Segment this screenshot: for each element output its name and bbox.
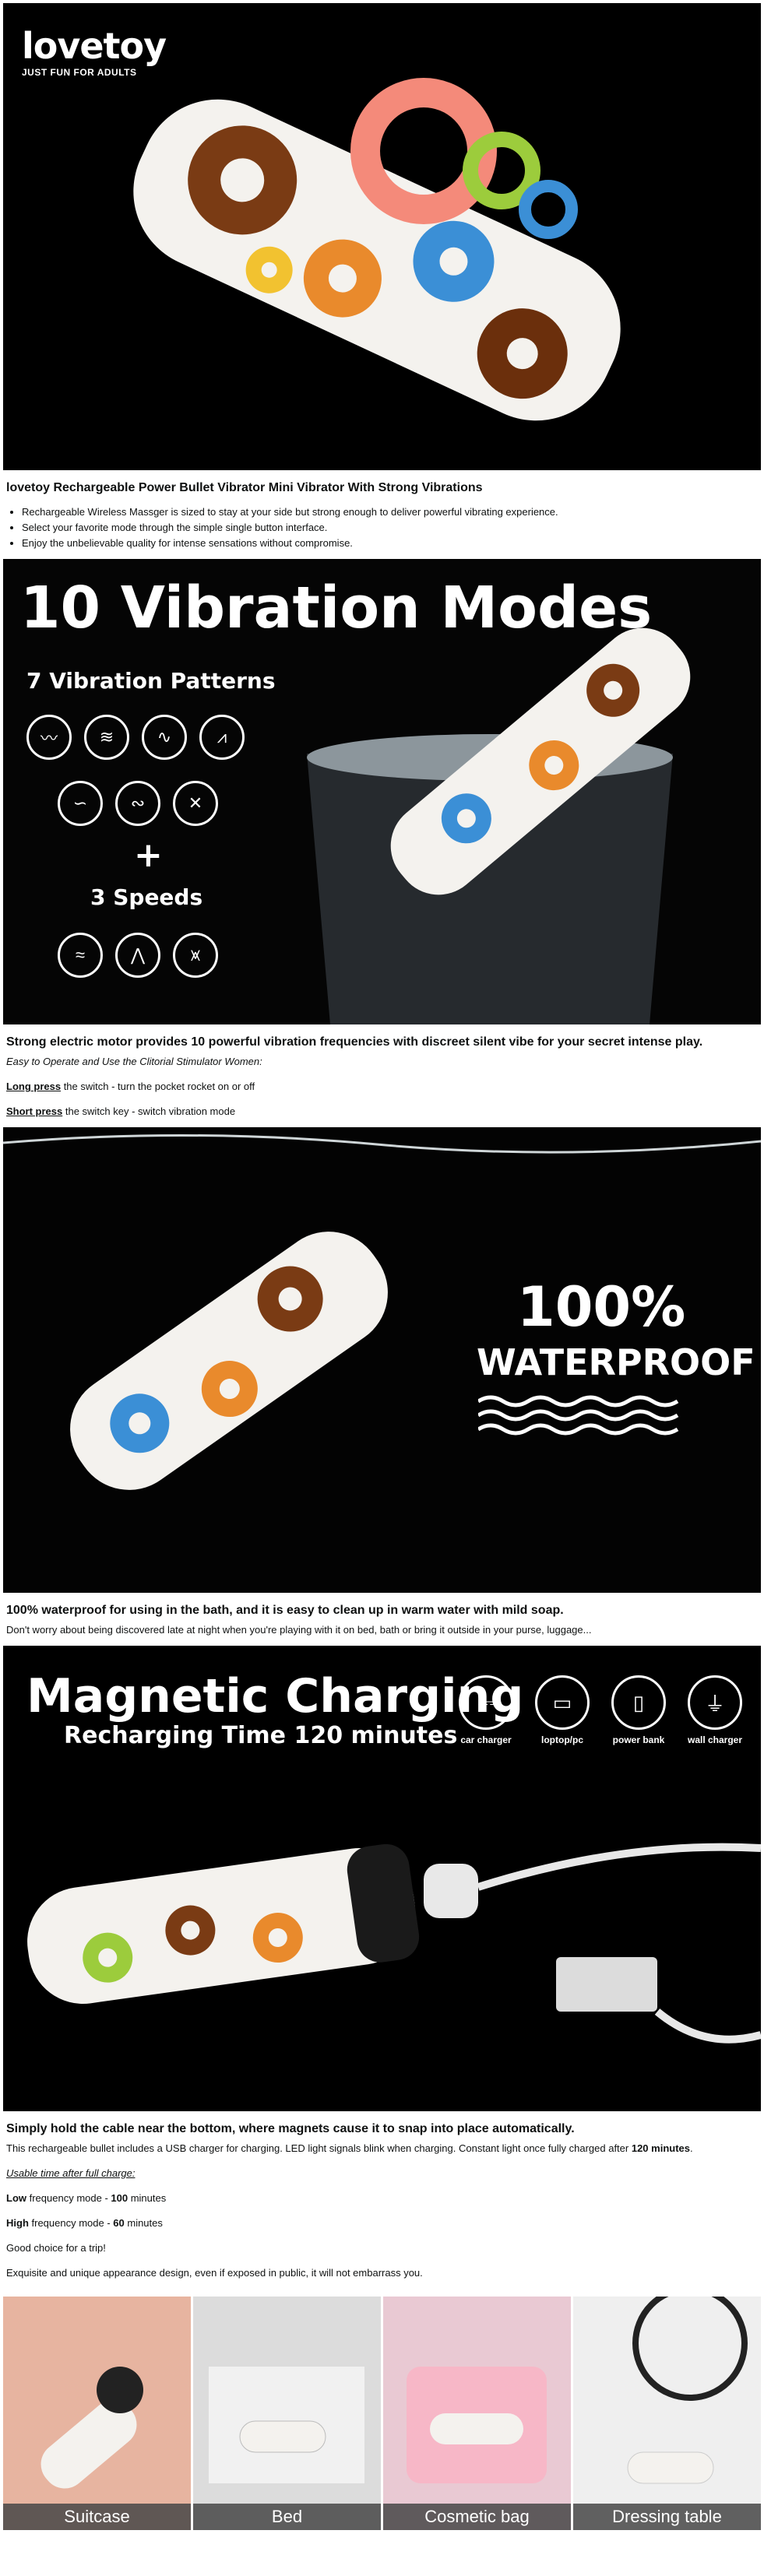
waterproof-heading: 100% waterproof for using in the bath, a… — [6, 1604, 564, 1617]
feature-item: Enjoy the unbelievable quality for inten… — [22, 536, 758, 551]
high-label: High — [6, 2217, 29, 2229]
low-label: Low — [6, 2192, 26, 2204]
charger-label: wall charger — [687, 1734, 743, 1745]
brand-name: lovetoy — [22, 25, 167, 67]
waterproof-percent: 100% — [517, 1275, 686, 1339]
location-gallery: Suitcase Bed Cosmetic bag Dressing table — [3, 2297, 761, 2530]
vibration-modes-banner: 10 Vibration Modes 7 Vibration Patterns … — [3, 559, 761, 1024]
charging-subtitle: Recharging Time 120 minutes — [64, 1722, 458, 1749]
car-charger-icon: ⎓ — [459, 1675, 513, 1730]
charger-powerbank: ▯ power bank — [608, 1675, 669, 1745]
operate-subtitle: Easy to Operate and Use the Clitorial St… — [6, 1056, 262, 1067]
product-description: lovetoy JUST FUN FOR ADULTS lovetoy Rech… — [0, 3, 764, 2530]
short-press-text: the switch key - switch vibration mode — [62, 1105, 236, 1117]
feature-item: Select your favorite mode through the si… — [22, 520, 758, 536]
charger-label: loptop/pc — [541, 1734, 583, 1745]
pattern-7-icon: ✕ — [173, 781, 218, 826]
location-label: Dressing table — [573, 2504, 761, 2530]
laptop-icon: ▭ — [535, 1675, 590, 1730]
gift-line: Good choice for a trip! — [6, 2242, 106, 2254]
brand-logo: lovetoy JUST FUN FOR ADULTS — [22, 25, 167, 78]
cosmetic-bag-image — [383, 2297, 571, 2530]
intro-section: lovetoy Rechargeable Power Bullet Vibrat… — [3, 470, 761, 559]
brand-tagline: JUST FUN FOR ADULTS — [22, 67, 137, 78]
modes-section: Strong electric motor provides 10 powerf… — [3, 1024, 761, 1127]
gallery-dressing-table: Dressing table — [573, 2297, 761, 2530]
location-label: Cosmetic bag — [383, 2504, 571, 2530]
feature-list: Rechargeable Wireless Massger is sized t… — [6, 504, 758, 551]
charging-title: Magnetic Charging — [26, 1669, 524, 1724]
dressing-table-image — [573, 2297, 761, 2530]
modes-title: 10 Vibration Modes — [20, 575, 653, 641]
long-press-label: Long press — [6, 1081, 62, 1092]
pattern-1-icon: 〰 — [26, 715, 72, 760]
long-press-line: Long press the switch - turn the pocket … — [6, 1079, 758, 1095]
usable-time-label: Usable time after full charge: — [6, 2167, 136, 2179]
pattern-3-icon: ∿ — [142, 715, 187, 760]
patterns-label: 7 Vibration Patterns — [26, 668, 276, 694]
low-value: 100 — [111, 2192, 129, 2204]
low-unit: minutes — [128, 2192, 167, 2204]
high-unit: minutes — [124, 2217, 163, 2229]
short-press-line: Short press the switch key - switch vibr… — [6, 1104, 758, 1119]
wall-charger-icon: ⏚ — [688, 1675, 742, 1730]
waterproof-section: 100% waterproof for using in the bath, a… — [3, 1593, 761, 1646]
plus-sign: + — [134, 835, 163, 875]
gallery-bed: Bed — [193, 2297, 381, 2530]
high-value: 60 — [113, 2217, 125, 2229]
charging-text-body: This rechargeable bullet includes a USB … — [6, 2142, 632, 2154]
gallery-cosmetic-bag: Cosmetic bag — [383, 2297, 571, 2530]
location-label: Bed — [193, 2504, 381, 2530]
speed-mid-icon: ⋀ — [115, 933, 160, 978]
short-press-label: Short press — [6, 1105, 63, 1117]
pattern-6-icon: ∾ — [115, 781, 160, 826]
charger-car: ⎓ car charger — [456, 1675, 516, 1745]
charger-options: ⎓ car charger ▭ loptop/pc ▯ power bank ⏚… — [456, 1675, 745, 1745]
charger-label: power bank — [612, 1734, 665, 1745]
charging-heading: Simply hold the cable near the bottom, w… — [6, 2122, 575, 2135]
design-line: Exquisite and unique appearance design, … — [6, 2267, 423, 2279]
speeds-label: 3 Speeds — [90, 884, 203, 910]
product-heading: lovetoy Rechargeable Power Bullet Vibrat… — [6, 481, 483, 494]
gallery-suitcase: Suitcase — [3, 2297, 191, 2530]
speed-low-icon: ≈ — [58, 933, 103, 978]
modes-heading: Strong electric motor provides 10 powerf… — [6, 1035, 703, 1049]
hero-banner: lovetoy JUST FUN FOR ADULTS — [3, 3, 761, 470]
pattern-icons-row2: ∽ ∾ ✕ — [58, 781, 218, 826]
waterproof-text: Don't worry about being discovered late … — [6, 1624, 592, 1636]
high-text: frequency mode - — [28, 2217, 114, 2229]
charger-wall: ⏚ wall charger — [685, 1675, 745, 1745]
feature-item: Rechargeable Wireless Massger is sized t… — [22, 504, 758, 520]
low-mode-line: Low frequency mode - 100 minutes — [6, 2191, 758, 2206]
charging-section: Simply hold the cable near the bottom, w… — [3, 2111, 761, 2289]
charger-laptop: ▭ loptop/pc — [532, 1675, 593, 1745]
power-bank-icon: ▯ — [611, 1675, 666, 1730]
charging-text: This rechargeable bullet includes a USB … — [6, 2141, 758, 2156]
bed-image — [193, 2297, 381, 2530]
low-text: frequency mode - — [26, 2192, 111, 2204]
pattern-icons-row1: 〰 ≋ ∿ ⩘ — [26, 715, 245, 760]
location-label: Suitcase — [3, 2504, 191, 2530]
pattern-2-icon: ≋ — [84, 715, 129, 760]
speed-icons-row: ≈ ⋀ ⩙ — [58, 933, 218, 978]
waterproof-banner: 100% WATERPROOF — [3, 1127, 761, 1593]
charging-text-end: . — [690, 2142, 693, 2154]
speed-high-icon: ⩙ — [173, 933, 218, 978]
waterproof-label: WATERPROOF — [477, 1341, 755, 1383]
charger-label: car charger — [460, 1734, 512, 1745]
wave-icon — [478, 1395, 679, 1436]
suitcase-image — [3, 2297, 191, 2530]
pattern-5-icon: ∽ — [58, 781, 103, 826]
high-mode-line: High frequency mode - 60 minutes — [6, 2216, 758, 2231]
charging-banner: Magnetic Charging Recharging Time 120 mi… — [3, 1646, 761, 2111]
charging-time: 120 minutes — [631, 2142, 690, 2154]
long-press-text: the switch - turn the pocket rocket on o… — [61, 1081, 255, 1092]
pattern-4-icon: ⩘ — [199, 715, 245, 760]
